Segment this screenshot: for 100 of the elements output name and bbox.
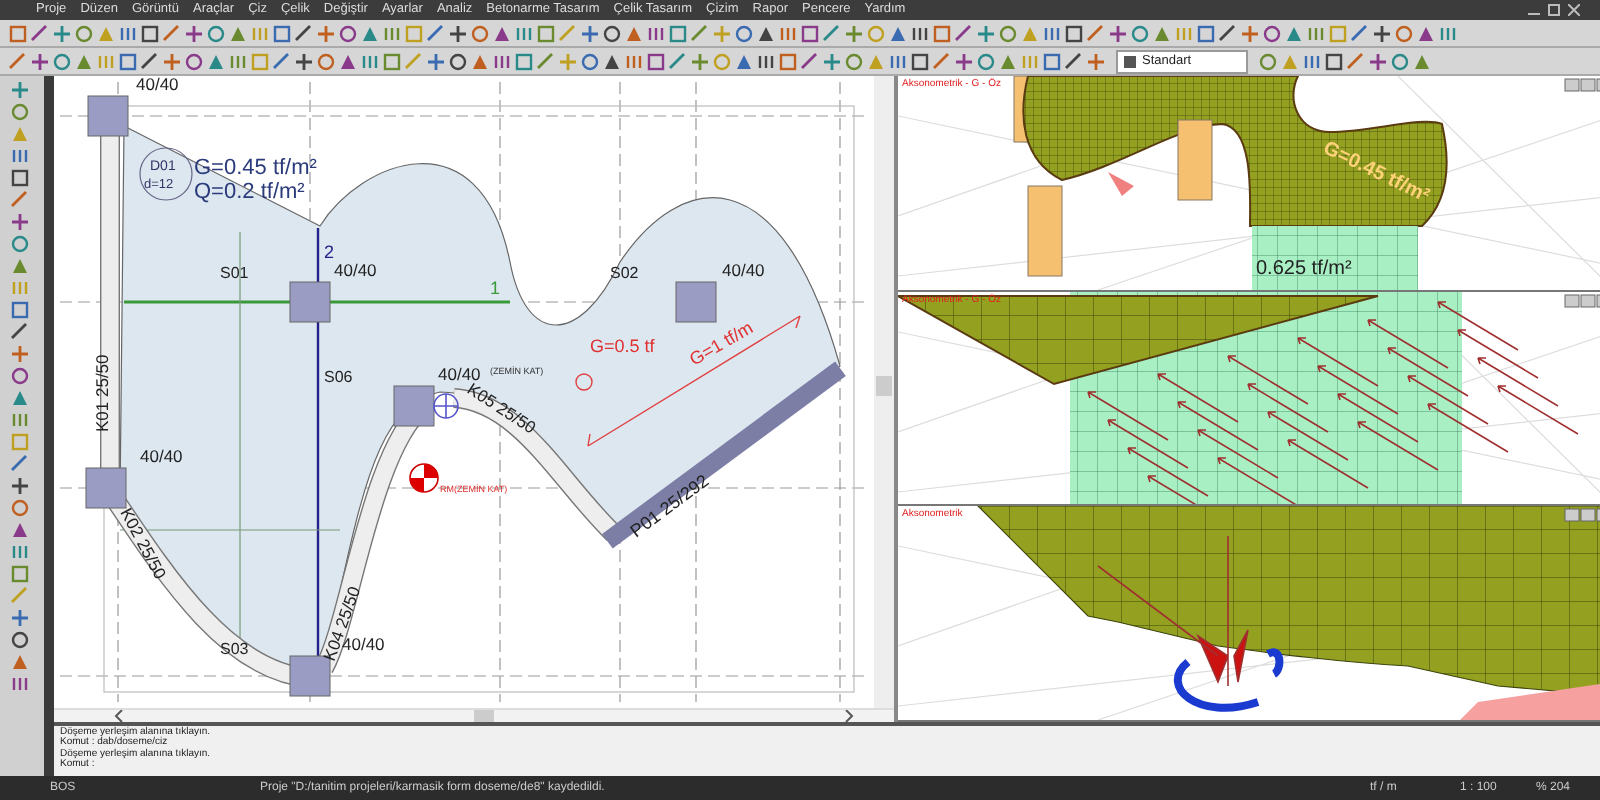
plus-icon[interactable]: [1372, 23, 1392, 43]
vertical-scrollbar[interactable]: [874, 76, 894, 708]
circle-icon[interactable]: [734, 23, 754, 43]
bars-icon[interactable]: [888, 51, 908, 71]
square-icon[interactable]: [118, 51, 138, 71]
circle-icon[interactable]: [602, 23, 622, 43]
square-icon[interactable]: [1324, 51, 1344, 71]
circle-icon[interactable]: [10, 366, 30, 386]
line-icon[interactable]: [8, 51, 28, 71]
circle-icon[interactable]: [976, 51, 996, 71]
circle-icon[interactable]: [1262, 23, 1282, 43]
view-control-icon[interactable]: [1564, 508, 1600, 523]
scroll-left-icon[interactable]: [114, 710, 124, 722]
circle-icon[interactable]: [470, 23, 490, 43]
bars-icon[interactable]: [1302, 51, 1322, 71]
line-icon[interactable]: [10, 454, 30, 474]
line-icon[interactable]: [1350, 23, 1370, 43]
circle-icon[interactable]: [448, 51, 468, 71]
plus-icon[interactable]: [10, 476, 30, 496]
plus-icon[interactable]: [1086, 51, 1106, 71]
line-icon[interactable]: [932, 51, 952, 71]
circle-icon[interactable]: [1390, 51, 1410, 71]
circle-icon[interactable]: [206, 23, 226, 43]
square-icon[interactable]: [910, 51, 930, 71]
square-icon[interactable]: [140, 23, 160, 43]
circle-icon[interactable]: [52, 51, 72, 71]
line-icon[interactable]: [426, 23, 446, 43]
plus-icon[interactable]: [10, 212, 30, 232]
square-icon[interactable]: [1042, 51, 1062, 71]
circle-icon[interactable]: [1130, 23, 1150, 43]
bars-icon[interactable]: [360, 51, 380, 71]
line-icon[interactable]: [822, 23, 842, 43]
circle-icon[interactable]: [316, 51, 336, 71]
plus-icon[interactable]: [580, 23, 600, 43]
square-icon[interactable]: [272, 23, 292, 43]
line-icon[interactable]: [162, 23, 182, 43]
plus-icon[interactable]: [1108, 23, 1128, 43]
plus-icon[interactable]: [162, 51, 182, 71]
line-icon[interactable]: [294, 23, 314, 43]
bars-icon[interactable]: [778, 23, 798, 43]
bars-icon[interactable]: [646, 23, 666, 43]
close-icon[interactable]: [1568, 4, 1580, 16]
plus-icon[interactable]: [448, 23, 468, 43]
bars-icon[interactable]: [1438, 23, 1458, 43]
bars-icon[interactable]: [10, 146, 30, 166]
square-icon[interactable]: [932, 23, 952, 43]
plus-icon[interactable]: [52, 23, 72, 43]
bars-icon[interactable]: [492, 51, 512, 71]
line-icon[interactable]: [800, 51, 820, 71]
line-icon[interactable]: [10, 322, 30, 342]
line-icon[interactable]: [140, 51, 160, 71]
scroll-thumb[interactable]: [474, 710, 494, 722]
plus-icon[interactable]: [316, 23, 336, 43]
plus-icon[interactable]: [426, 51, 446, 71]
plus-icon[interactable]: [294, 51, 314, 71]
square-icon[interactable]: [10, 168, 30, 188]
square-icon[interactable]: [646, 51, 666, 71]
view-control-icon[interactable]: [1564, 78, 1600, 92]
plus-icon[interactable]: [822, 51, 842, 71]
scroll-right-icon[interactable]: [844, 710, 854, 722]
plus-icon[interactable]: [976, 23, 996, 43]
line-icon[interactable]: [1218, 23, 1238, 43]
circle-icon[interactable]: [10, 630, 30, 650]
line-icon[interactable]: [1086, 23, 1106, 43]
bars-icon[interactable]: [1042, 23, 1062, 43]
square-icon[interactable]: [1196, 23, 1216, 43]
circle-icon[interactable]: [580, 51, 600, 71]
circle-icon[interactable]: [338, 23, 358, 43]
plus-icon[interactable]: [10, 608, 30, 628]
square-icon[interactable]: [514, 51, 534, 71]
circle-icon[interactable]: [1394, 23, 1414, 43]
maximize-icon[interactable]: [1548, 4, 1560, 16]
bars-icon[interactable]: [514, 23, 534, 43]
bars-icon[interactable]: [118, 23, 138, 43]
line-icon[interactable]: [954, 23, 974, 43]
triangle-icon[interactable]: [10, 520, 30, 540]
line-icon[interactable]: [272, 51, 292, 71]
square-icon[interactable]: [668, 23, 688, 43]
plus-icon[interactable]: [184, 23, 204, 43]
square-icon[interactable]: [8, 23, 28, 43]
square-icon[interactable]: [800, 23, 820, 43]
square-icon[interactable]: [10, 300, 30, 320]
circle-icon[interactable]: [184, 51, 204, 71]
line-icon[interactable]: [30, 23, 50, 43]
scroll-thumb[interactable]: [876, 376, 892, 396]
plus-icon[interactable]: [30, 51, 50, 71]
plus-icon[interactable]: [954, 51, 974, 71]
bars-icon[interactable]: [10, 674, 30, 694]
line-icon[interactable]: [668, 51, 688, 71]
bars-icon[interactable]: [756, 51, 776, 71]
view-control-icon[interactable]: [1564, 293, 1600, 308]
square-icon[interactable]: [1064, 23, 1084, 43]
bars-icon[interactable]: [910, 23, 930, 43]
line-icon[interactable]: [1346, 51, 1366, 71]
bars-icon[interactable]: [624, 51, 644, 71]
plus-icon[interactable]: [1368, 51, 1388, 71]
line-icon[interactable]: [1064, 51, 1084, 71]
square-icon[interactable]: [778, 51, 798, 71]
horizontal-scrollbar[interactable]: [54, 708, 894, 722]
plus-icon[interactable]: [1240, 23, 1260, 43]
